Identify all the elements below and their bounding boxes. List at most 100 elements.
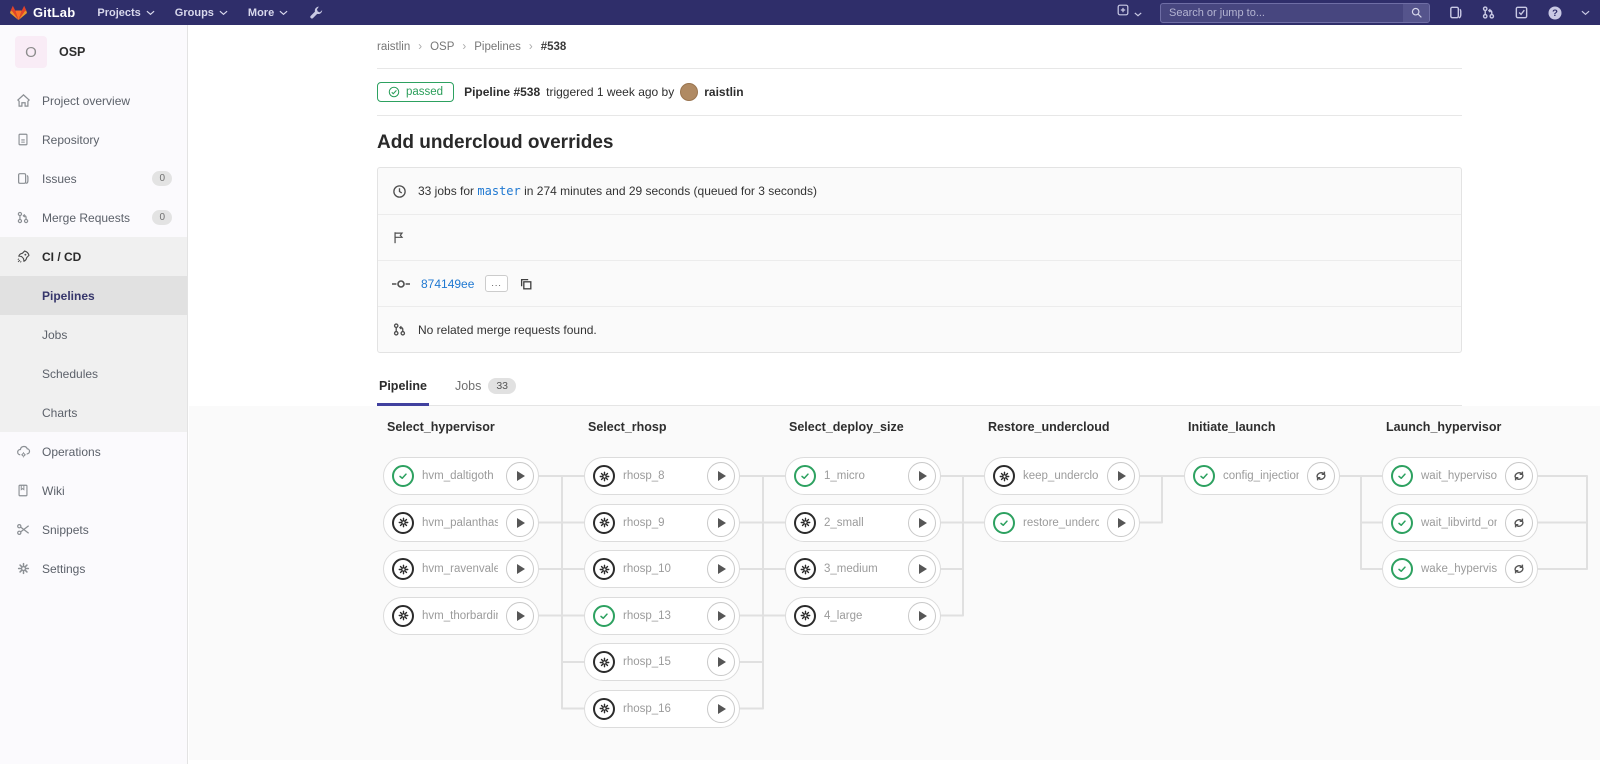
chevron-down-icon xyxy=(146,7,155,19)
manual-status-icon xyxy=(794,605,816,627)
play-button[interactable] xyxy=(707,555,735,583)
copy-icon[interactable] xyxy=(519,277,533,291)
merge-requests-icon[interactable] xyxy=(1481,5,1496,20)
job-pill[interactable]: rhosp_8 xyxy=(584,457,740,495)
sidebar-item-label: Pipelines xyxy=(42,289,95,303)
sidebar-item-issues[interactable]: Issues0 xyxy=(0,159,187,198)
play-button[interactable] xyxy=(506,509,534,537)
play-button[interactable] xyxy=(1107,509,1135,537)
mr-message: No related merge requests found. xyxy=(418,323,597,337)
job-pill[interactable]: 1_micro xyxy=(785,457,941,495)
gear-icon xyxy=(15,561,31,576)
retry-button[interactable] xyxy=(1307,462,1335,490)
job-pill[interactable]: rhosp_16 xyxy=(584,690,740,728)
job-pill[interactable]: rhosp_15 xyxy=(584,643,740,681)
search-box xyxy=(1160,3,1430,23)
sidebar-item-settings[interactable]: Settings xyxy=(0,549,187,588)
author-avatar[interactable] xyxy=(680,83,698,101)
breadcrumb-group[interactable]: raistlin xyxy=(377,41,410,53)
sidebar-item-charts[interactable]: Charts xyxy=(0,393,187,432)
play-button[interactable] xyxy=(506,602,534,630)
menu-more[interactable]: More xyxy=(248,7,288,19)
page-title: Add undercloud overrides xyxy=(377,132,1462,154)
search-icon[interactable] xyxy=(1403,3,1429,23)
tab-jobs[interactable]: Jobs 33 xyxy=(453,370,518,406)
job-pill[interactable]: hvm_palanthas xyxy=(383,504,539,542)
sidebar-item-label: Charts xyxy=(42,406,77,420)
job-pill[interactable]: restore_undercl... xyxy=(984,504,1140,542)
job-pill[interactable]: 4_large xyxy=(785,597,941,635)
sidebar-item-snippets[interactable]: Snippets xyxy=(0,510,187,549)
sidebar-item-pipelines[interactable]: Pipelines xyxy=(0,276,187,315)
breadcrumb-project[interactable]: OSP xyxy=(430,41,454,53)
play-button[interactable] xyxy=(506,555,534,583)
project-header[interactable]: O OSP xyxy=(0,25,187,81)
play-icon xyxy=(517,611,525,621)
issues-icon[interactable] xyxy=(1448,5,1463,20)
todos-icon[interactable] xyxy=(1514,5,1529,20)
job-pill[interactable]: rhosp_9 xyxy=(584,504,740,542)
job-pill[interactable]: wait_hypervisor_... xyxy=(1382,457,1538,495)
breadcrumb-current: #538 xyxy=(541,41,567,53)
admin-wrench-icon[interactable] xyxy=(308,5,323,20)
job-pill[interactable]: hvm_thorbardin xyxy=(383,597,539,635)
help-icon[interactable]: ? xyxy=(1547,5,1563,21)
project-sidebar: O OSP Project overviewRepositoryIssues0M… xyxy=(0,25,188,764)
play-button[interactable] xyxy=(908,462,936,490)
job-pill[interactable]: keep_undercloud xyxy=(984,457,1140,495)
sidebar-item-project-overview[interactable]: Project overview xyxy=(0,81,187,120)
job-pill[interactable]: rhosp_10 xyxy=(584,550,740,588)
play-button[interactable] xyxy=(707,509,735,537)
job-pill[interactable]: wake_hypervisor xyxy=(1382,550,1538,588)
job-pill[interactable]: hvm_daltigoth xyxy=(383,457,539,495)
flag-icon xyxy=(392,230,406,245)
stage-header: Select_deploy_size xyxy=(789,420,904,434)
play-button[interactable] xyxy=(707,602,735,630)
breadcrumb-pipelines[interactable]: Pipelines xyxy=(474,41,521,53)
menu-projects[interactable]: Projects xyxy=(97,7,154,19)
gitlab-logo[interactable]: GitLab xyxy=(10,5,75,21)
sidebar-item-label: Wiki xyxy=(42,484,65,498)
retry-button[interactable] xyxy=(1505,509,1533,537)
tab-pipeline[interactable]: Pipeline xyxy=(377,370,429,406)
play-button[interactable] xyxy=(707,648,735,676)
commit-row: 874149ee ... xyxy=(378,260,1461,306)
retry-button[interactable] xyxy=(1505,462,1533,490)
sidebar-item-repository[interactable]: Repository xyxy=(0,120,187,159)
commit-icon xyxy=(392,278,410,290)
sidebar-item-ci-cd[interactable]: CI / CD xyxy=(0,237,187,276)
play-button[interactable] xyxy=(506,462,534,490)
job-pill[interactable]: config_injection xyxy=(1184,457,1340,495)
commit-sha-link[interactable]: 874149ee xyxy=(421,277,474,291)
chevron-down-icon[interactable] xyxy=(1581,10,1590,16)
stage-header: Launch_hypervisor xyxy=(1386,420,1501,434)
sidebar-item-wiki[interactable]: Wiki xyxy=(0,471,187,510)
branch-link[interactable]: master xyxy=(477,184,520,198)
job-pill[interactable]: rhosp_13 xyxy=(584,597,740,635)
status-badge[interactable]: passed xyxy=(377,82,454,102)
play-button[interactable] xyxy=(707,695,735,723)
menu-groups[interactable]: Groups xyxy=(175,7,228,19)
job-pill[interactable]: hvm_ravenvale xyxy=(383,550,539,588)
sidebar-item-jobs[interactable]: Jobs xyxy=(0,315,187,354)
author-name[interactable]: raistlin xyxy=(704,85,743,99)
passed-status-icon xyxy=(1391,465,1413,487)
job-pill[interactable]: wait_libvirtd_onli... xyxy=(1382,504,1538,542)
job-name: wait_hypervisor_... xyxy=(1421,470,1497,482)
play-button[interactable] xyxy=(908,602,936,630)
play-button[interactable] xyxy=(707,462,735,490)
search-input[interactable] xyxy=(1161,7,1403,19)
play-button[interactable] xyxy=(908,555,936,583)
commit-message-expand-button[interactable]: ... xyxy=(485,275,508,292)
play-button[interactable] xyxy=(1107,462,1135,490)
job-pill[interactable]: 2_small xyxy=(785,504,941,542)
document-icon xyxy=(15,132,31,147)
play-button[interactable] xyxy=(908,509,936,537)
new-menu-button[interactable] xyxy=(1116,3,1142,22)
sidebar-item-merge-requests[interactable]: Merge Requests0 xyxy=(0,198,187,237)
sidebar-item-schedules[interactable]: Schedules xyxy=(0,354,187,393)
sidebar-item-operations[interactable]: Operations xyxy=(0,432,187,471)
retry-icon xyxy=(1512,469,1526,483)
retry-button[interactable] xyxy=(1505,555,1533,583)
job-pill[interactable]: 3_medium xyxy=(785,550,941,588)
